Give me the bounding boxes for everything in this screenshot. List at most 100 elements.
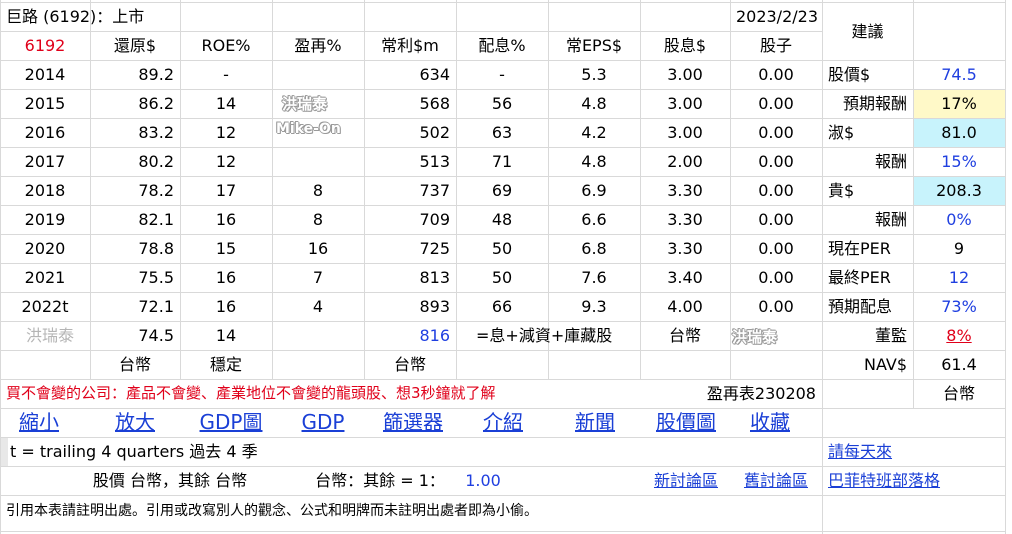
- row-year: 2019: [24, 210, 66, 229]
- row-year: 2016: [24, 123, 66, 142]
- side-label-expected-payout: 預期配息: [828, 297, 893, 316]
- col-header-stock-div: 股子: [759, 36, 792, 55]
- link-daily[interactable]: 請每天來: [822, 437, 1005, 466]
- col-header-reinvest: 盈再%: [294, 36, 342, 55]
- row-profit: 893: [419, 297, 450, 316]
- row-reinvest: 16: [307, 239, 329, 258]
- row-restore: 82.1: [138, 210, 174, 229]
- row-payout: 56: [491, 94, 513, 113]
- row-payout: -: [499, 65, 505, 84]
- row-payout: 69: [491, 181, 513, 200]
- summary-roe: 14: [215, 326, 237, 345]
- row-restore: 78.2: [138, 181, 174, 200]
- row-eps: 6.8: [581, 239, 607, 258]
- row-reinvest: [272, 147, 364, 176]
- link-gdp[interactable]: GDP: [278, 408, 368, 437]
- row-year: 2018: [24, 181, 66, 200]
- side-value-expected-payout: 73%: [941, 297, 977, 316]
- row-eps: 9.3: [581, 297, 607, 316]
- summary-restore: 74.5: [138, 326, 174, 345]
- side-label-fair-return: 報酬: [874, 152, 907, 171]
- side-value-nav: 61.4: [941, 355, 977, 374]
- row-payout: 66: [491, 297, 513, 316]
- row-stock-div: 0.00: [758, 181, 794, 200]
- row-eps: 6.6: [581, 210, 607, 229]
- side-value-final-per: 12: [948, 268, 970, 287]
- summary-currency: 台幣: [668, 326, 701, 345]
- link-news[interactable]: 新聞: [550, 408, 640, 437]
- row-payout: 48: [491, 210, 513, 229]
- row-stock-div: 0.00: [758, 94, 794, 113]
- side-value-current-per: 9: [953, 239, 965, 258]
- row-eps: 4.8: [581, 94, 607, 113]
- row-reinvest: 8: [312, 181, 324, 200]
- row-reinvest: 7: [312, 268, 324, 287]
- row-restore: 86.2: [138, 94, 174, 113]
- row-dividend: 3.00: [667, 94, 703, 113]
- row-stock-div: 0.00: [758, 210, 794, 229]
- col-header-code: 6192: [24, 36, 66, 55]
- row-profit: 813: [419, 268, 450, 287]
- link-intro[interactable]: 介紹: [458, 408, 548, 437]
- row-eps: 6.9: [581, 181, 607, 200]
- link-buffett-blog[interactable]: 巴菲特班部落格: [822, 466, 1005, 495]
- link-screener[interactable]: 篩選器: [368, 408, 458, 437]
- link-favorite[interactable]: 收藏: [724, 408, 816, 437]
- row-year: 2021: [24, 268, 66, 287]
- row-payout: 63: [491, 123, 513, 142]
- side-label-price: 股價$: [828, 65, 871, 84]
- row-stock-div: 0.00: [758, 65, 794, 84]
- side-label-expensive-price: 貴$: [828, 181, 855, 200]
- row-payout: 50: [491, 239, 513, 258]
- row-roe: 16: [215, 268, 237, 287]
- table-code: 盈再表230208: [706, 384, 816, 403]
- row-stock-div: 0.00: [758, 268, 794, 287]
- row-eps: 5.3: [581, 65, 607, 84]
- row-profit: 502: [419, 123, 450, 142]
- row-dividend: 3.00: [667, 65, 703, 84]
- link-price-chart[interactable]: 股價圖: [640, 408, 732, 437]
- row-eps: 7.6: [581, 268, 607, 287]
- side-value-directors[interactable]: 8%: [913, 321, 1005, 350]
- row-roe: 15: [215, 239, 237, 258]
- row-payout: 71: [491, 152, 513, 171]
- row-restore: 89.2: [138, 65, 174, 84]
- link-gdp-chart[interactable]: GDP圖: [186, 408, 276, 437]
- row-profit: 568: [419, 94, 450, 113]
- row-restore: 78.8: [138, 239, 174, 258]
- col-header-roe: ROE%: [201, 36, 251, 55]
- restore-unit: 台幣: [118, 355, 151, 374]
- summary-profit: 816: [419, 326, 450, 345]
- row-reinvest: 4: [312, 297, 324, 316]
- side-label-fair-price: 淑$: [828, 123, 855, 142]
- row-profit: 709: [419, 210, 450, 229]
- link-zoom-in[interactable]: 放大: [90, 408, 180, 437]
- side-label-directors: 董監: [874, 326, 907, 345]
- row-stock-div: 0.00: [758, 152, 794, 171]
- link-new-forum[interactable]: 新討論區: [640, 466, 732, 495]
- side-value-expensive-return: 0%: [946, 210, 972, 229]
- col-header-payout: 配息%: [478, 36, 526, 55]
- watermark-name: 洪瑞泰: [282, 95, 328, 113]
- trailing-note: t = trailing 4 quarters 過去 4 季: [10, 442, 258, 461]
- row-year: 2014: [24, 65, 66, 84]
- sheet-date: 2023/2/23: [735, 7, 818, 26]
- watermark-name-2: 洪瑞泰: [732, 328, 778, 346]
- row-restore: 72.1: [138, 297, 174, 316]
- row-dividend: 3.30: [667, 239, 703, 258]
- row-dividend: 3.30: [667, 181, 703, 200]
- row-year: 2022t: [21, 297, 69, 316]
- row-restore: 75.5: [138, 268, 174, 287]
- row-dividend: 3.40: [667, 268, 703, 287]
- link-old-forum[interactable]: 舊討論區: [730, 466, 822, 495]
- row-dividend: 3.30: [667, 210, 703, 229]
- link-zoom-out[interactable]: 縮小: [0, 408, 78, 437]
- side-value-price: 74.5: [941, 65, 977, 84]
- footer-notice: 引用本表請註明出處。引用或改寫別人的觀念、公式和明牌而未註明出處者即為小偷。: [6, 503, 538, 519]
- side-value-expensive-price: 208.3: [936, 181, 982, 200]
- row-stock-div: 0.00: [758, 239, 794, 258]
- row-restore: 80.2: [138, 152, 174, 171]
- side-label-current-per: 現在PER: [828, 239, 891, 258]
- currency-ratio-label: 台幣：其餘 = 1：: [315, 471, 445, 490]
- row-restore: 83.2: [138, 123, 174, 142]
